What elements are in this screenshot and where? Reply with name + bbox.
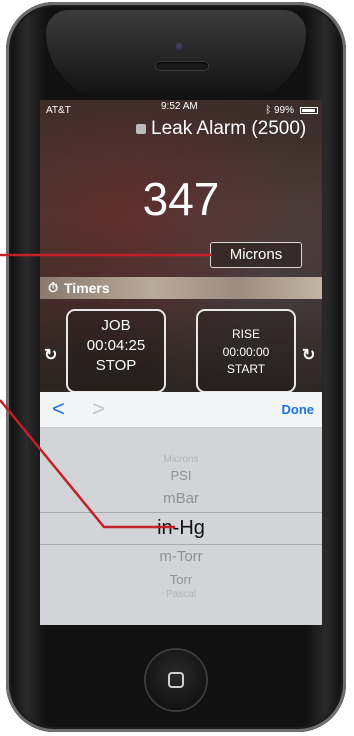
rise-timer-action: START [226, 362, 266, 376]
unit-picker[interactable]: Microns PSI mBar in-Hg m-Torr Torr Pasca… [40, 428, 322, 625]
front-camera-icon [175, 42, 185, 52]
job-timer-action: STOP [95, 357, 137, 374]
picker-option[interactable]: Torr [40, 572, 322, 587]
timers-label: Timers [64, 280, 110, 296]
job-reset-icon[interactable]: ↻ [44, 345, 57, 365]
picker-selection-bottom-line [40, 544, 322, 545]
home-square-icon [168, 672, 184, 688]
status-bar: AT&T 9:52 AM ᛒ 99% [40, 100, 322, 120]
bluetooth-icon: ᛒ [265, 105, 274, 116]
battery-icon [300, 107, 318, 114]
picker-option[interactable]: PSI [40, 468, 322, 483]
picker-option-selected[interactable]: in-Hg [40, 517, 322, 540]
rise-timer-card[interactable]: RISE 00:00:00 START [196, 309, 296, 393]
done-button[interactable]: Done [282, 402, 315, 417]
picker-toolbar: < > Done [40, 392, 322, 428]
vacuum-reading: 347 [142, 173, 220, 225]
job-timer-title: JOB [101, 317, 131, 334]
picker-fade-bottom [40, 599, 322, 625]
leak-alarm-label: Leak Alarm (2500) [136, 118, 306, 140]
rise-timer-time: 00:00:00 [222, 345, 270, 359]
earpiece-speaker [156, 62, 208, 70]
status-time: 9:52 AM [161, 101, 198, 112]
picker-option[interactable]: m-Torr [40, 548, 322, 565]
previous-field-button[interactable]: < [52, 396, 65, 422]
job-timer-time: 00:04:25 [86, 337, 146, 354]
picker-option[interactable]: mBar [40, 490, 322, 507]
app-screen: AT&T 9:52 AM ᛒ 99% Leak Alarm (2500) 347… [40, 100, 322, 625]
picker-fade-top [40, 428, 322, 458]
job-timer-card[interactable]: JOB 00:04:25 STOP [66, 309, 166, 393]
alarm-indicator-icon [136, 123, 146, 134]
next-field-button[interactable]: > [92, 396, 105, 422]
timers-header: ⏱ Timers [40, 277, 322, 299]
rise-reset-icon[interactable]: ↻ [302, 345, 315, 365]
unit-select-button[interactable]: Microns [210, 242, 302, 268]
carrier-label: AT&T [46, 105, 71, 116]
rise-timer-title: RISE [231, 327, 260, 341]
battery-percent: ᛒ 99% [265, 105, 294, 116]
picker-selection-top-line [40, 512, 322, 513]
phone-sheen [46, 10, 306, 100]
stopwatch-icon: ⏱ [48, 280, 59, 295]
